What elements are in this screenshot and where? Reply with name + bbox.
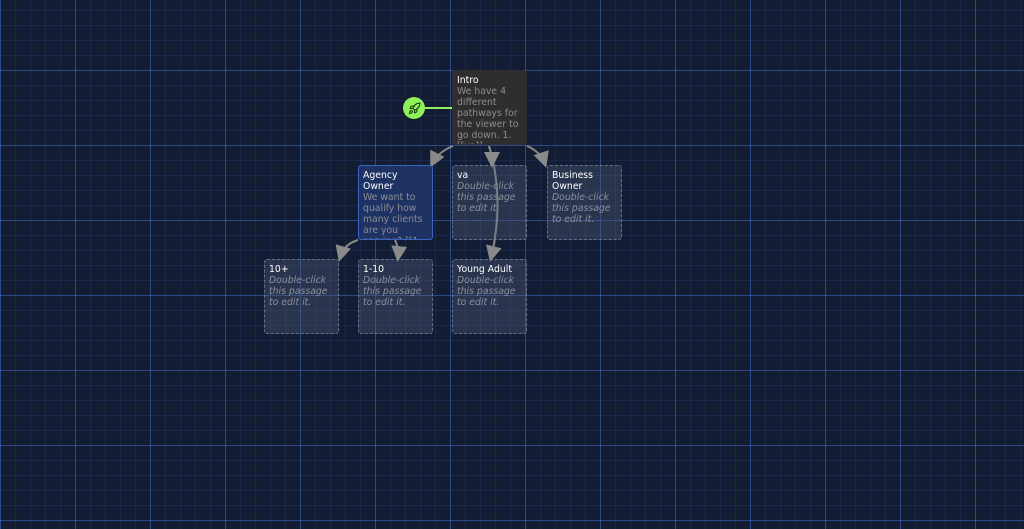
link-agency-owner-1-10 <box>391 239 408 262</box>
passage-excerpt: Double-click this passage to edit it. <box>457 275 516 308</box>
link-intro-agency-owner <box>430 145 454 168</box>
passage-excerpt: We want to qualify how many clients are … <box>363 192 423 239</box>
passage-excerpt: Double-click this passage to edit it. <box>269 275 328 308</box>
passage-young-adult[interactable]: Young Adult Double-click this passage to… <box>452 259 527 334</box>
passage-title: Agency Owner <box>363 170 398 192</box>
passage-title: Business Owner <box>552 170 593 192</box>
passage-intro[interactable]: Intro We have 4 different pathways for t… <box>452 70 527 145</box>
passage-excerpt: Double-click this passage to edit it. <box>363 275 422 308</box>
passage-title: Young Adult <box>457 264 512 275</box>
link-intro-business-owner <box>526 145 549 168</box>
passage-title: 10+ <box>269 264 289 275</box>
passage-1-10[interactable]: 1-10 Double-click this passage to edit i… <box>358 259 433 334</box>
passage-excerpt: Double-click this passage to edit it. <box>457 181 516 214</box>
passage-excerpt: Double-click this passage to edit it. <box>552 192 611 225</box>
start-passage-marker[interactable] <box>403 97 425 119</box>
passage-title: Intro <box>457 75 479 86</box>
passage-10-plus[interactable]: 10+ Double-click this passage to edit it… <box>264 259 339 334</box>
passage-excerpt: We have 4 different pathways for the vie… <box>457 86 519 144</box>
passage-business-owner[interactable]: Business Owner Double-click this passage… <box>547 165 622 240</box>
link-agency-owner-10-plus <box>335 239 359 262</box>
passage-title: va <box>457 170 469 181</box>
passage-agency-owner[interactable]: Agency Owner We want to qualify how many… <box>358 165 433 240</box>
passage-title: 1-10 <box>363 264 385 275</box>
rocket-icon <box>408 102 420 114</box>
passage-va[interactable]: va Double-click this passage to edit it. <box>452 165 527 240</box>
